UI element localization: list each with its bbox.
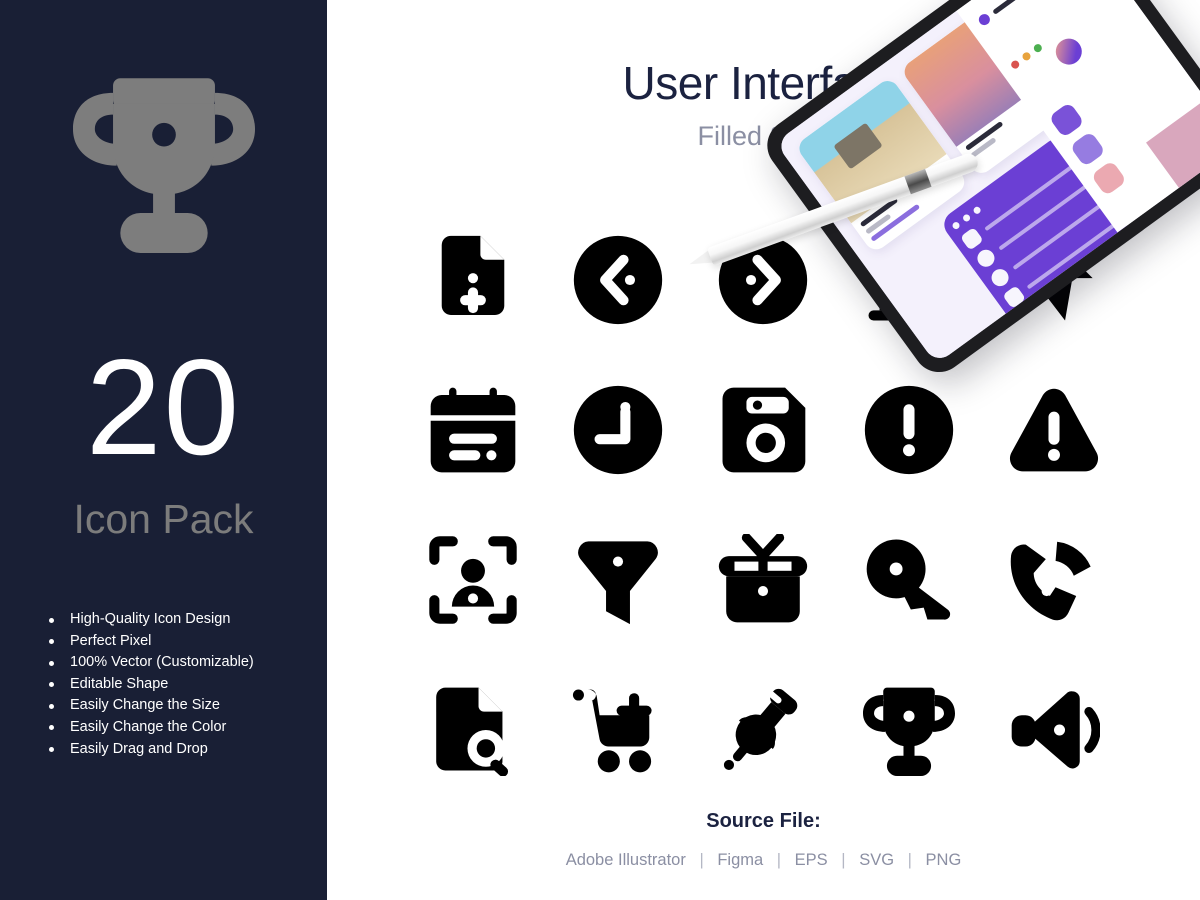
feature-text: Perfect Pixel: [70, 632, 152, 649]
icon-cell[interactable]: [545, 355, 690, 505]
volume-icon: [1011, 691, 1101, 769]
icon-cell[interactable]: [836, 505, 981, 655]
file-plus-icon: [441, 235, 504, 315]
list-item: High-Quality Icon Design: [48, 609, 254, 631]
push-pin-icon: [724, 688, 798, 771]
menu-tile[interactable]: [1090, 160, 1128, 197]
list-item: Easily Drag and Drop: [48, 739, 254, 761]
format-png: PNG: [925, 851, 962, 869]
bullet-icon: [49, 747, 54, 753]
icon-cell[interactable]: [400, 205, 545, 355]
circle-chevron-left-icon: [573, 235, 663, 325]
location-pin-icon: [976, 11, 993, 28]
source-formats: Adobe Illustrator | Figma | EPS | SVG | …: [327, 847, 1200, 873]
feature-text: Editable Shape: [70, 675, 169, 692]
filter-funnel-icon: [578, 541, 658, 625]
list-item: Easily Change the Color: [48, 717, 254, 739]
file-search-icon: [435, 687, 508, 776]
format-figma: Figma: [717, 851, 764, 869]
location-logo-row: [976, 0, 1051, 28]
page-subtitle: Filled Style: [697, 121, 830, 151]
icon-cell[interactable]: [545, 655, 690, 805]
icon-count: 20: [85, 331, 242, 483]
list-item: Easily Change the Size: [48, 695, 254, 717]
icon-cell[interactable]: [545, 205, 690, 355]
icon-cell[interactable]: [982, 505, 1127, 655]
screen-content-right: [956, 0, 1200, 233]
feature-list: High-Quality Icon Design Perfect Pixel 1…: [48, 609, 254, 760]
feature-text: Easily Change the Color: [70, 718, 227, 735]
circle-chevron-right-icon: [719, 235, 808, 325]
icon-cell[interactable]: [982, 655, 1127, 805]
main-panel: User Interface Filled Style Source File:…: [327, 0, 1200, 900]
sidebar: 20 Icon Pack High-Quality Icon Design Pe…: [0, 0, 327, 900]
face-scan-icon: [428, 536, 517, 624]
icon-cell[interactable]: [400, 655, 545, 805]
gift-icon: [719, 534, 808, 623]
format-svg: SVG: [859, 851, 895, 869]
feature-text: 100% Vector (Customizable): [70, 654, 254, 671]
feature-text: Easily Change the Size: [70, 697, 220, 714]
icon-cell[interactable]: [545, 505, 690, 655]
bullet-icon: [49, 682, 54, 688]
bullet-icon: [49, 703, 54, 709]
icon-cell[interactable]: [691, 355, 836, 505]
feature-text: Easily Drag and Drop: [70, 740, 208, 757]
feature-text: High-Quality Icon Design: [70, 611, 231, 627]
floppy-save-icon: [723, 387, 806, 473]
location-label: [992, 0, 1049, 15]
icon-cell[interactable]: [400, 505, 545, 655]
icon-cell[interactable]: [691, 505, 836, 655]
cursor-arrow-icon: [1015, 239, 1093, 321]
format-separator: |: [907, 851, 912, 869]
trophy-icon: [73, 56, 255, 268]
format-separator: |: [841, 851, 846, 869]
icon-cell[interactable]: [982, 205, 1127, 355]
icon-pack-preview: 20 Icon Pack High-Quality Icon Design Pe…: [0, 0, 1200, 900]
phone-call-icon: [1011, 541, 1091, 621]
bullet-icon: [49, 660, 54, 666]
format-illustrator: Adobe Illustrator: [565, 851, 686, 869]
stylus-band: [904, 168, 932, 195]
warning-triangle-icon: [1010, 388, 1099, 472]
icon-cell[interactable]: [691, 205, 836, 355]
bullet-icon: [49, 617, 54, 623]
icon-pack-label: Icon Pack: [73, 496, 254, 542]
bullet-icon: [49, 725, 54, 731]
format-separator: |: [776, 851, 782, 869]
list-item: Perfect Pixel: [48, 631, 254, 653]
format-separator: |: [699, 851, 704, 869]
source-file-label: Source File:: [706, 810, 821, 832]
calendar-icon: [430, 387, 516, 473]
icon-cell[interactable]: [691, 655, 836, 805]
format-eps: EPS: [794, 851, 828, 869]
bullet-icon: [49, 639, 54, 645]
bank-icon: [864, 241, 954, 321]
icon-grid: [400, 205, 1127, 805]
trophy-icon: [862, 687, 955, 776]
clock-icon: [573, 385, 663, 475]
icon-cell[interactable]: [836, 355, 981, 505]
alert-circle-icon: [864, 385, 954, 475]
icon-cell[interactable]: [836, 205, 981, 355]
cart-plus-icon: [573, 689, 652, 773]
icon-cell[interactable]: [836, 655, 981, 805]
list-item: 100% Vector (Customizable): [48, 652, 254, 674]
icon-cell[interactable]: [400, 355, 545, 505]
swatch: [1032, 42, 1044, 54]
page-title: User Interface: [622, 57, 905, 109]
key-icon: [866, 539, 951, 620]
icon-cell[interactable]: [982, 355, 1127, 505]
list-item: Editable Shape: [48, 674, 254, 696]
